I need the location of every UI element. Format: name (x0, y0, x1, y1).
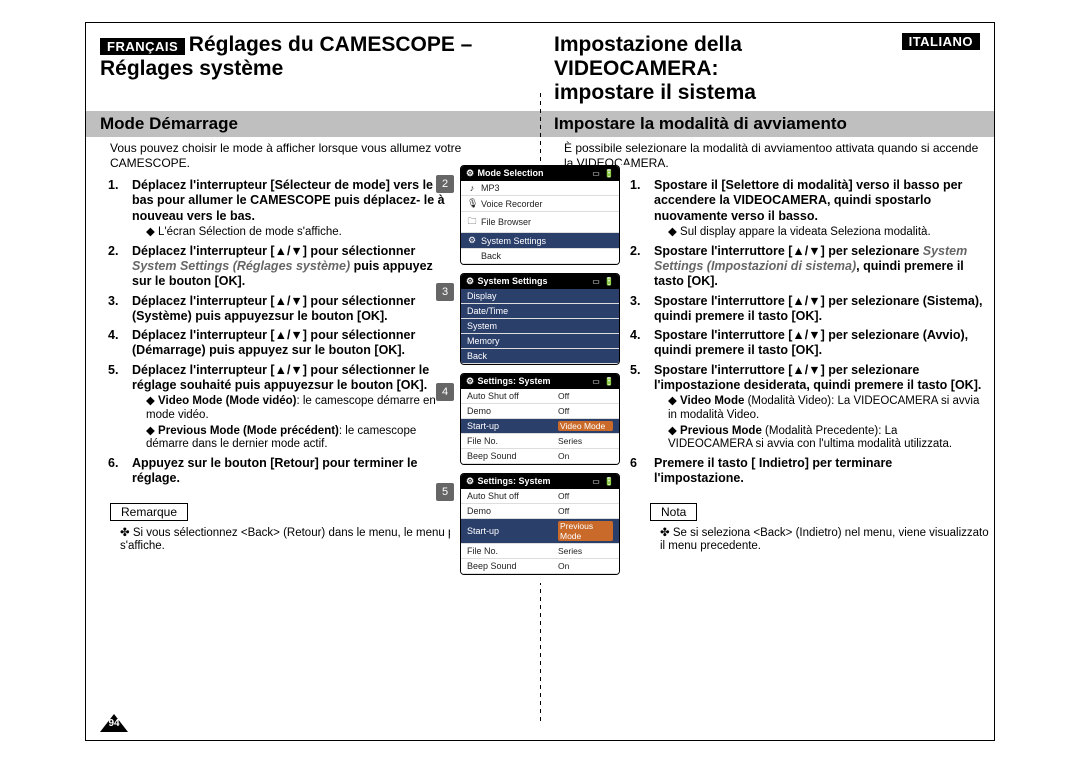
screen-row: Beep SoundOn (461, 559, 619, 574)
screen-row: Memory (461, 334, 619, 349)
screen-row: Auto Shut offOff (461, 389, 619, 404)
screen-row: Display (461, 289, 619, 304)
title-left-1: Réglages du CAMESCOPE – (189, 33, 473, 56)
screen-row: Auto Shut offOff (461, 489, 619, 504)
screen-row: File No.Series (461, 434, 619, 449)
screen: 2⚙ Mode Selection▭ 🔋♪MP3🎙Voice Recorder🗀… (460, 165, 620, 265)
step: 6Premere il tasto [ Indietro] per termin… (630, 456, 984, 487)
step: 4.Déplacez l'interrupteur [▲/▼] pour sél… (108, 328, 450, 359)
section-right: Impostare la modalità di avviamento (540, 111, 994, 137)
screen-number: 2 (436, 175, 454, 193)
note-label-right: Nota (650, 503, 697, 521)
step: 1.Spostare il [Selettore di modalità] ve… (630, 178, 984, 240)
screen-row: File No.Series (461, 544, 619, 559)
step: 4.Spostare l'interruttore [▲/▼] per sele… (630, 328, 984, 359)
step: 2.Déplacez l'interrupteur [▲/▼] pour sél… (108, 244, 450, 290)
screen-row: ⚙System Settings (461, 233, 619, 249)
screen-row: Back (461, 249, 619, 264)
header-right: ITALIANO Impostazione della VIDEOCAMERA:… (540, 23, 994, 111)
screen-title: ⚙ Settings: System▭ 🔋 (461, 474, 619, 489)
screen-number: 3 (436, 283, 454, 301)
screen-row: 🎙Voice Recorder (461, 196, 619, 212)
screen-title: ⚙ Mode Selection▭ 🔋 (461, 166, 619, 181)
screen-row: Back (461, 349, 619, 364)
title-right-2: impostare il sistema (554, 81, 980, 105)
screen-row: Start-upPrevious Mode (461, 519, 619, 544)
step: 3.Spostare l'interruttore [▲/▼] per sele… (630, 294, 984, 325)
note-label-left: Remarque (110, 503, 188, 521)
screen: 5⚙ Settings: System▭ 🔋Auto Shut offOffDe… (460, 473, 620, 575)
step: 5.Spostare l'interruttore [▲/▼] per sele… (630, 363, 984, 453)
step: 5.Déplacez l'interrupteur [▲/▼] pour sél… (108, 363, 450, 453)
title-left-2: Réglages système (100, 57, 526, 81)
device-screens: 2⚙ Mode Selection▭ 🔋♪MP3🎙Voice Recorder🗀… (450, 165, 630, 583)
screen-title: ⚙ System Settings▭ 🔋 (461, 274, 619, 289)
step: 1.Déplacez l'interrupteur [Sélecteur de … (108, 178, 450, 240)
screen-row: DemoOff (461, 504, 619, 519)
header-left: FRANÇAIS Réglages du CAMESCOPE – Réglage… (86, 23, 540, 111)
lang-badge-it: ITALIANO (902, 33, 980, 50)
screen-row: System (461, 319, 619, 334)
screen-number: 4 (436, 383, 454, 401)
section-left: Mode Démarrage (86, 111, 540, 137)
screen-row: Start-upVideo Mode (461, 419, 619, 434)
screen-number: 5 (436, 483, 454, 501)
screen-title: ⚙ Settings: System▭ 🔋 (461, 374, 619, 389)
screen-row: Beep SoundOn (461, 449, 619, 464)
screen-row: 🗀File Browser (461, 212, 619, 233)
step: 2.Spostare l'interruttore [▲/▼] per sele… (630, 244, 984, 290)
screen: 3⚙ System Settings▭ 🔋DisplayDate/TimeSys… (460, 273, 620, 365)
step: 3.Déplacez l'interrupteur [▲/▼] pour sél… (108, 294, 450, 325)
title-right-1: Impostazione della VIDEOCAMERA: (554, 33, 742, 80)
screen-row: ♪MP3 (461, 181, 619, 196)
step: 6.Appuyez sur le bouton [Retour] pour te… (108, 456, 450, 487)
screen-row: DemoOff (461, 404, 619, 419)
page-number: 94 (100, 714, 130, 734)
screen-row: Date/Time (461, 304, 619, 319)
page: FRANÇAIS Réglages du CAMESCOPE – Réglage… (85, 22, 995, 741)
lang-badge-fr: FRANÇAIS (100, 38, 185, 55)
screen: 4⚙ Settings: System▭ 🔋Auto Shut offOffDe… (460, 373, 620, 465)
